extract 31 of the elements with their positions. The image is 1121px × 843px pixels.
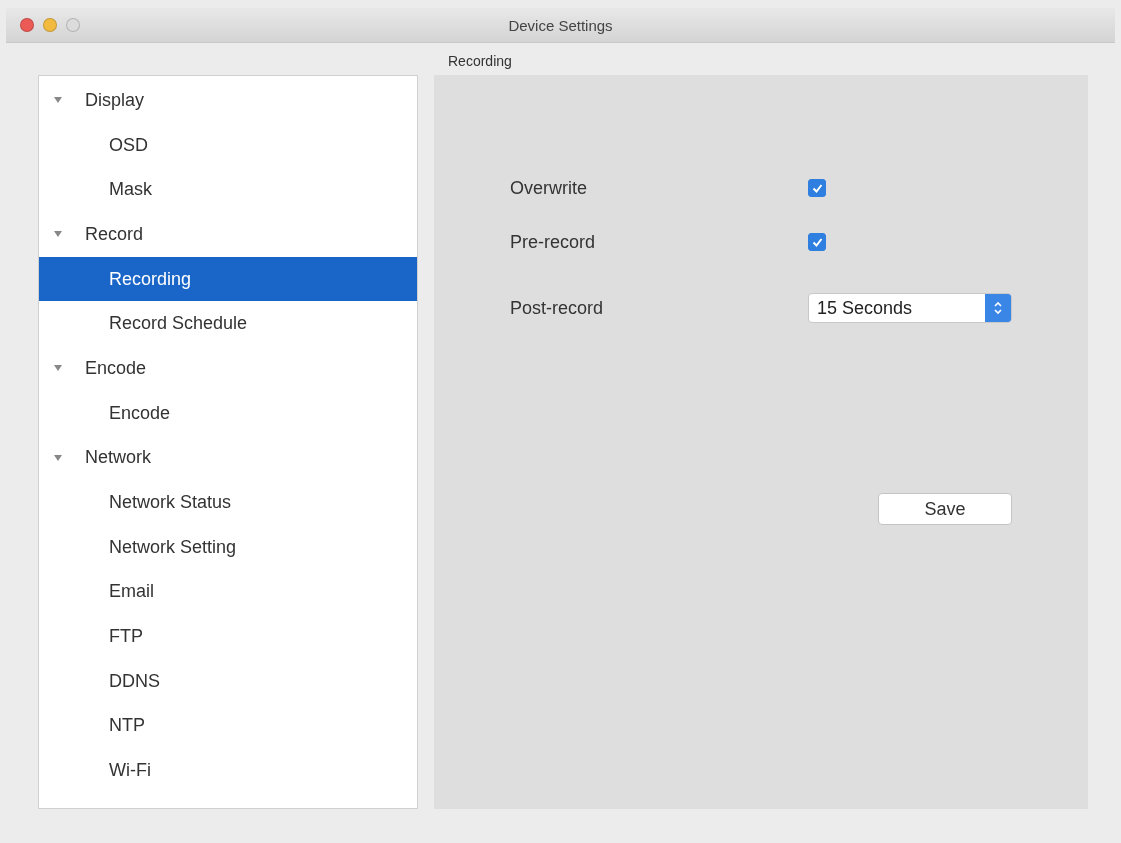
disclosure-triangle-icon[interactable] — [53, 452, 63, 463]
chevron-up-down-icon — [993, 301, 1003, 315]
tree-item[interactable]: Display — [39, 78, 417, 123]
checkmark-icon — [811, 182, 823, 194]
field-label: Post-record — [510, 297, 605, 319]
tree-item[interactable]: OSD — [39, 122, 417, 168]
tree-item[interactable]: Recording — [39, 256, 417, 302]
minimize-button[interactable] — [43, 18, 57, 32]
tree-item[interactable]: Mask — [39, 167, 417, 213]
field-label: Overwrite — [510, 177, 588, 199]
window-title: Device Settings — [508, 16, 613, 34]
tree-item[interactable]: Encode — [39, 346, 417, 391]
checkbox[interactable] — [808, 233, 826, 251]
select-field[interactable]: 15 Seconds — [808, 293, 1012, 323]
save-button[interactable]: Save — [878, 493, 1012, 525]
tree-item[interactable]: Record — [39, 212, 417, 257]
tree-item[interactable]: Network — [39, 435, 417, 481]
close-button[interactable] — [20, 18, 34, 32]
tree-item[interactable]: DDNS — [39, 658, 417, 704]
tree-item[interactable]: Network Status — [39, 480, 417, 525]
tree-item[interactable]: Wi-Fi — [39, 748, 417, 793]
tree-item[interactable]: Record Schedule — [39, 301, 417, 347]
tree-item[interactable]: Encode — [39, 390, 417, 436]
panel-title: Recording — [448, 53, 512, 69]
tree-item[interactable]: FTP — [39, 614, 417, 659]
field-label: Pre-record — [510, 231, 597, 253]
checkmark-icon — [811, 236, 823, 248]
checkbox[interactable] — [808, 179, 826, 197]
tree-item[interactable]: Network Setting — [39, 524, 417, 570]
tree-item[interactable]: NTP — [39, 703, 417, 749]
tree-item[interactable]: Email — [39, 569, 417, 615]
